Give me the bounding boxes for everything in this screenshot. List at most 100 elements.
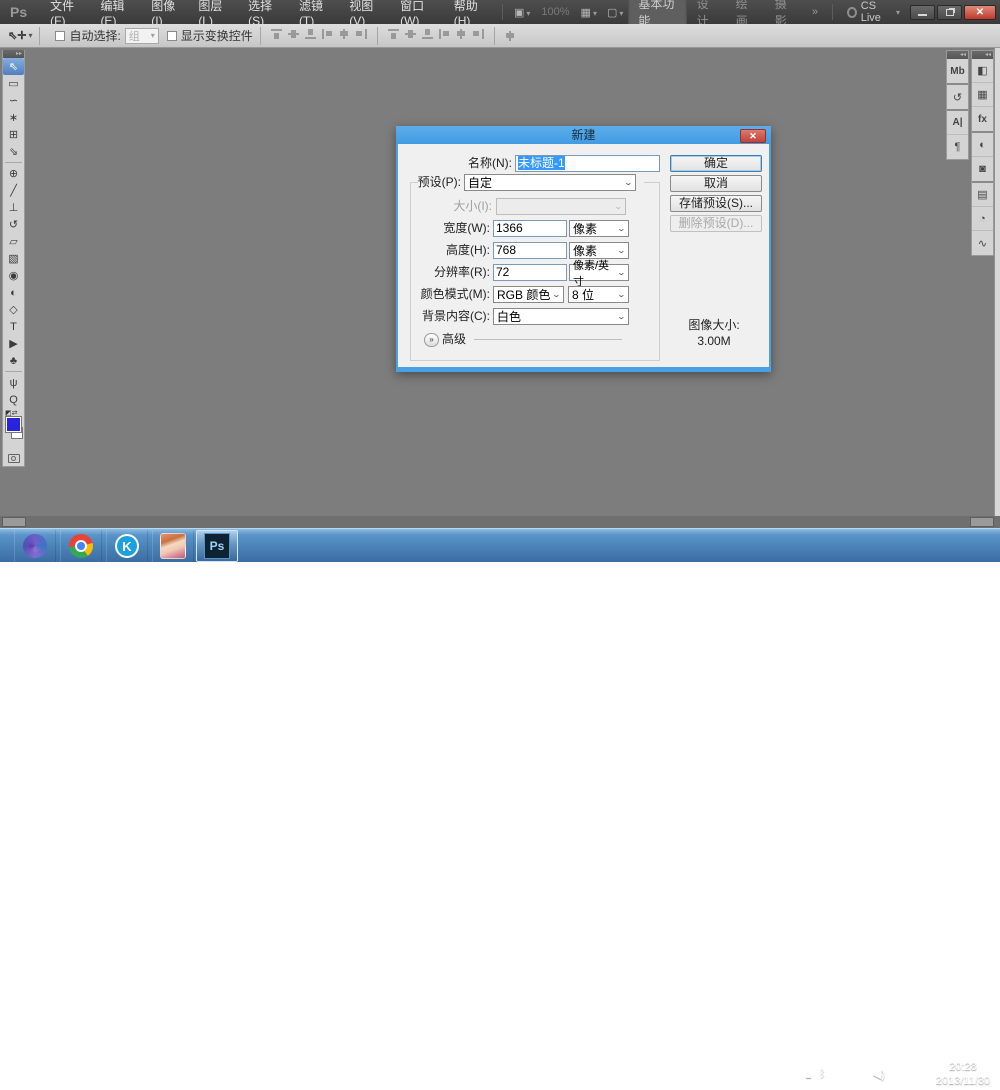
hand-tool[interactable]: ψ [3, 374, 24, 391]
brush-tool[interactable]: ╱ [3, 182, 24, 199]
layers-panel-icon[interactable]: ▤ [972, 183, 993, 207]
view-extras-icon[interactable]: ▦▾ [576, 6, 602, 19]
auto-select-dropdown[interactable]: 组▾ [125, 28, 159, 44]
cancel-button[interactable]: 取消 [670, 175, 762, 192]
taskbar-clock[interactable]: 20:28 2013/11/30 [930, 1058, 996, 1090]
name-input[interactable]: 未标题-1 [515, 155, 660, 172]
tool-preset-arrow[interactable]: ▾ [28, 31, 32, 40]
character-panel-icon[interactable]: A| [947, 111, 968, 135]
default-colors-icon[interactable]: ◩⇄ [5, 409, 17, 417]
path-selection-tool[interactable]: ▶ [3, 335, 24, 352]
kugou-icon: K [115, 534, 139, 558]
panel-collapse-grip[interactable]: ◂◂ [947, 51, 968, 59]
taskbar-app-swirl-button[interactable] [14, 530, 56, 562]
arrange-documents-icon[interactable]: ▣▾ [509, 6, 535, 19]
divider [260, 27, 261, 45]
quick-selection-tool[interactable]: ∗ [3, 109, 24, 126]
custom-shape-tool[interactable]: ♣ [3, 352, 24, 369]
taskbar-photoshop-button[interactable]: Ps [196, 530, 238, 562]
taskbar-avatar-button[interactable] [152, 530, 194, 562]
spot-healing-brush-tool[interactable]: ⊕ [3, 165, 24, 182]
cs-live-button[interactable]: CS Live▾ [847, 0, 900, 24]
ime-icon[interactable] [893, 1069, 906, 1079]
dodge-tool[interactable]: ◐ [3, 284, 24, 301]
ok-button[interactable]: 确定 [670, 155, 762, 172]
history-panel-icon[interactable]: ↺ [947, 85, 968, 109]
zoom-tool[interactable]: Q [3, 391, 24, 408]
pen-tool[interactable]: ◇ [3, 301, 24, 318]
gradient-tool[interactable]: ▧ [3, 250, 24, 267]
width-unit-dropdown[interactable]: 像素⌄ [569, 220, 629, 237]
workspace-overflow-button[interactable]: » [804, 6, 826, 18]
rectangular-marquee-tool[interactable]: ▭ [3, 75, 24, 92]
color-mode-label: 颜色模式(M): [404, 286, 490, 303]
styles-panel-icon[interactable]: fx [972, 107, 993, 131]
width-input[interactable]: 1366 [493, 220, 567, 237]
color-panel-icon[interactable]: ◧ [972, 59, 993, 83]
color-mode-dropdown[interactable]: RGB 颜色⌄ [493, 286, 564, 303]
dialog-title[interactable]: 新建 [396, 126, 771, 144]
panel-group: A|¶ [947, 111, 968, 159]
auto-align-layers-icon[interactable] [504, 30, 517, 42]
lasso-tool[interactable]: ∽ [3, 92, 24, 109]
auto-select-checkbox[interactable] [55, 31, 65, 41]
channels-panel-icon[interactable]: ◔ [972, 207, 993, 231]
volume-icon[interactable]: ◀) [873, 1068, 885, 1081]
width-label: 宽度(W): [418, 220, 490, 237]
foreground-color-swatch[interactable] [6, 417, 21, 432]
language-indicator[interactable]: M [914, 1068, 928, 1081]
advanced-expander-button[interactable]: » [424, 333, 439, 347]
clone-stamp-tool[interactable]: ⊥ [3, 199, 24, 216]
background-contents-dropdown[interactable]: 白色⌄ [493, 308, 629, 325]
screen-mode-icon[interactable]: ▢▾ [602, 6, 628, 19]
crop-tool[interactable]: ⊞ [3, 126, 24, 143]
eraser-tool[interactable]: ▱ [3, 233, 24, 250]
mini-bridge-panel-icon[interactable]: Mb [947, 59, 968, 83]
window-edge [994, 48, 1000, 516]
divider [39, 27, 40, 45]
taskbar-chrome-button[interactable] [60, 530, 102, 562]
move-tool-icon: ⇖✛ [8, 29, 26, 42]
tools-panel: ▸▸ ⇖▭∽∗⊞⇘ ⊕╱⊥↺▱▧◉◐◇T▶♣ ψQ ◩⇄ [2, 50, 25, 467]
scroll-corner-right [970, 517, 994, 527]
hidden-icons-button[interactable]: ▴ [806, 1068, 812, 1081]
bluetooth-icon[interactable]: ᛒ [819, 1068, 826, 1080]
preset-label: 预设(P): [398, 174, 461, 191]
history-brush-tool[interactable]: ↺ [3, 216, 24, 233]
distribute-right-edges-icon [472, 28, 485, 40]
restore-button[interactable] [937, 5, 962, 20]
color-swatches-area: ◩⇄ [3, 408, 24, 450]
divider [494, 27, 495, 45]
paragraph-panel-icon[interactable]: ¶ [947, 135, 968, 159]
save-preset-button[interactable]: 存储预设(S)... [670, 195, 762, 212]
masks-panel-icon[interactable]: ◙ [972, 157, 993, 181]
height-input[interactable]: 768 [493, 242, 567, 259]
panel-collapse-grip[interactable]: ◂◂ [972, 51, 993, 59]
quick-mask-button[interactable] [3, 450, 24, 466]
network-icon[interactable] [834, 1070, 846, 1079]
paths-panel-icon[interactable]: ∿ [972, 231, 993, 255]
close-button[interactable]: ✕ [964, 5, 996, 20]
taskbar-kugou-button[interactable]: K [106, 530, 148, 562]
minimize-button[interactable] [910, 5, 935, 20]
color-depth-dropdown[interactable]: 8 位⌄ [568, 286, 629, 303]
tool-separator [5, 371, 22, 372]
distribute-vertical-centers-icon [404, 28, 417, 40]
resolution-unit-dropdown[interactable]: 像素/英寸⌄ [569, 264, 629, 281]
swatches-panel-icon[interactable]: ▦ [972, 83, 993, 107]
tools-panel-collapse-grip[interactable]: ▸▸ [3, 50, 24, 58]
blur-tool[interactable]: ◉ [3, 267, 24, 284]
zoom-level[interactable]: 100% [535, 6, 575, 18]
move-tool[interactable]: ⇖ [3, 58, 24, 75]
show-transform-checkbox[interactable] [167, 31, 177, 41]
signal-strength-icon[interactable] [854, 1069, 865, 1079]
divider [502, 4, 503, 20]
dialog-close-button[interactable]: ✕ [740, 129, 766, 143]
type-tool[interactable]: T [3, 318, 24, 335]
eyedropper-tool[interactable]: ⇘ [3, 143, 24, 160]
cs-live-icon [847, 7, 857, 18]
adjustments-panel-icon[interactable]: ◐ [972, 133, 993, 157]
panel-group: ◧▦fx [972, 59, 993, 133]
resolution-input[interactable]: 72 [493, 264, 567, 281]
preset-dropdown[interactable]: 自定⌄ [464, 174, 636, 191]
